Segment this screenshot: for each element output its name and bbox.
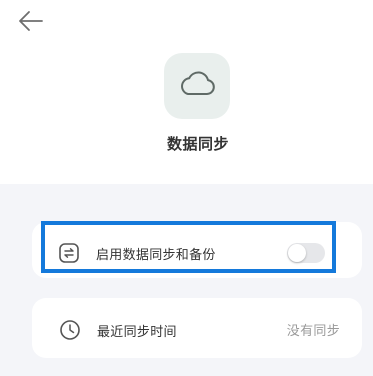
sync-toggle-switch[interactable] bbox=[287, 243, 325, 263]
arrow-left-icon bbox=[18, 10, 44, 36]
clock-icon bbox=[59, 319, 81, 341]
hero-cloud-tile bbox=[164, 53, 230, 119]
last-sync-row: 最近同步时间 bbox=[59, 318, 177, 342]
cloud-icon bbox=[178, 70, 216, 102]
last-sync-value: 没有同步 bbox=[286, 324, 340, 339]
sync-arrows-icon bbox=[58, 242, 80, 264]
toggle-knob bbox=[288, 244, 306, 262]
back-button[interactable] bbox=[16, 10, 46, 36]
page-title: 数据同步 bbox=[166, 135, 229, 153]
sync-setting-label: 启用数据同步和备份 bbox=[96, 247, 216, 263]
last-sync-label: 最近同步时间 bbox=[97, 324, 177, 340]
sync-setting-row: 启用数据同步和备份 bbox=[58, 241, 216, 265]
